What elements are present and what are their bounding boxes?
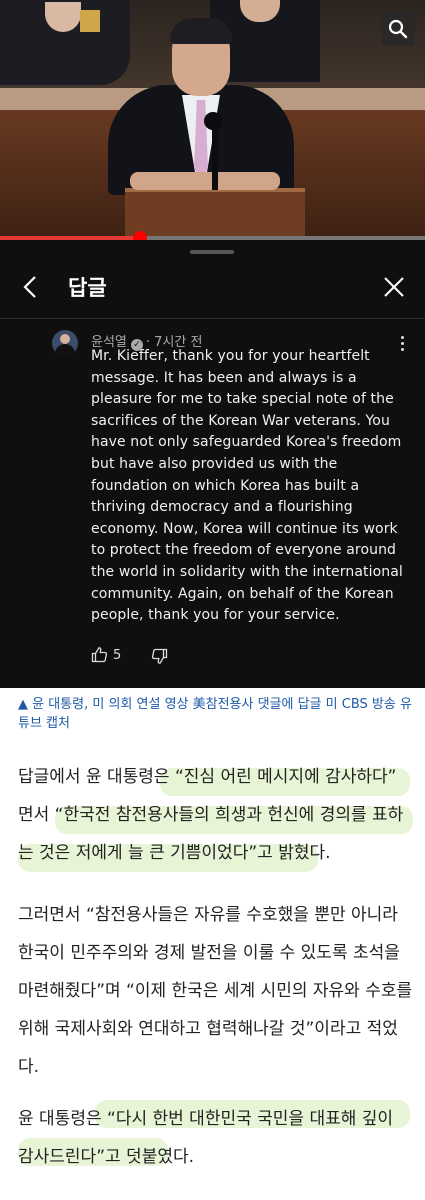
image-caption: ▲ 윤 대통령, 미 의회 연설 영상 美참전용사 댓글에 답글 미 CBS 방… bbox=[18, 697, 412, 731]
article-paragraph: 답글에서 윤 대통령은 “진심 어린 메시지에 감사하다” 면서 “한국전 참전… bbox=[18, 767, 404, 863]
search-icon bbox=[388, 19, 408, 39]
microphone-stand bbox=[212, 120, 218, 190]
avatar-body bbox=[55, 344, 75, 356]
flag-pin bbox=[80, 10, 100, 32]
video-player[interactable] bbox=[0, 0, 425, 240]
comment-text: Mr. Kieffer, thank you for your heartfel… bbox=[91, 348, 403, 624]
avatar-face bbox=[60, 334, 70, 344]
like-count: 5 bbox=[113, 648, 122, 663]
avatar[interactable] bbox=[52, 330, 78, 356]
chevron-left-icon[interactable] bbox=[18, 274, 44, 300]
thumbs-up-icon[interactable] bbox=[91, 646, 108, 663]
microphone-icon bbox=[204, 112, 222, 130]
thumbs-down-icon[interactable] bbox=[151, 648, 168, 665]
search-button[interactable] bbox=[381, 12, 415, 46]
progress-scrubber[interactable] bbox=[133, 231, 148, 240]
lectern bbox=[125, 188, 305, 240]
replies-panel: 답글 윤석열 ✓ · 7시간 전 Mr. Kieffer, thank you fo… bbox=[0, 240, 425, 688]
article-paragraph: 그러면서 “참전용사들은 자유를 수호했을 뿐만 아니라 한국이 민주주의와 경… bbox=[18, 905, 413, 1077]
close-icon[interactable] bbox=[381, 274, 407, 300]
header-divider bbox=[0, 318, 425, 319]
article-paragraph: 윤 대통령은 “다시 한번 대한민국 국민을 대표해 깊이 감사드린다”고 덧붙… bbox=[18, 1109, 394, 1167]
drag-handle[interactable] bbox=[190, 250, 234, 254]
panel-title: 답글 bbox=[68, 276, 107, 300]
panel-header: 답글 bbox=[0, 262, 425, 312]
speaker-hair bbox=[170, 18, 232, 44]
speaker-hands bbox=[130, 172, 280, 190]
